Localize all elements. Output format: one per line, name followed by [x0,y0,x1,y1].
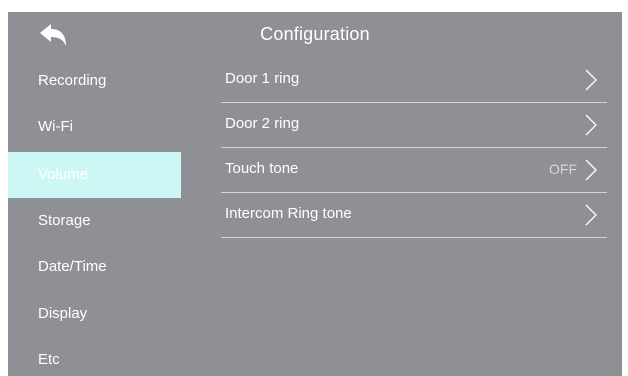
chevron-right-icon [585,69,597,91]
sidebar: Recording Wi-Fi Volume Storage Date/Time… [8,58,181,376]
sidebar-item-wifi[interactable]: Wi-Fi [8,104,181,150]
setting-label: Door 1 ring [225,70,300,87]
sidebar-item-date-time[interactable]: Date/Time [8,244,181,290]
sidebar-item-recording[interactable]: Recording [8,58,181,104]
header: Configuration [8,12,622,58]
sidebar-item-display[interactable]: Display [8,291,181,337]
setting-label: Intercom Ring tone [225,205,352,222]
chevron-right-icon [585,204,597,226]
setting-row-door-2-ring[interactable]: Door 2 ring [221,103,607,148]
page-title: Configuration [260,24,370,44]
setting-label: Touch tone [225,160,299,177]
setting-row-touch-tone[interactable]: Touch tone OFF [221,148,607,193]
chevron-right-icon [585,159,597,181]
setting-row-door-1-ring[interactable]: Door 1 ring [221,58,607,103]
sidebar-item-storage[interactable]: Storage [8,198,181,244]
chevron-right-icon [585,114,597,136]
setting-label: Door 2 ring [225,115,300,132]
sidebar-item-volume[interactable]: Volume [8,152,181,198]
sidebar-item-etc[interactable]: Etc [8,337,181,376]
touch-tone-status: OFF [549,161,577,177]
screen: Configuration Recording Wi-Fi Volume Sto… [8,12,622,376]
setting-row-intercom-ring-tone[interactable]: Intercom Ring tone [221,193,607,238]
